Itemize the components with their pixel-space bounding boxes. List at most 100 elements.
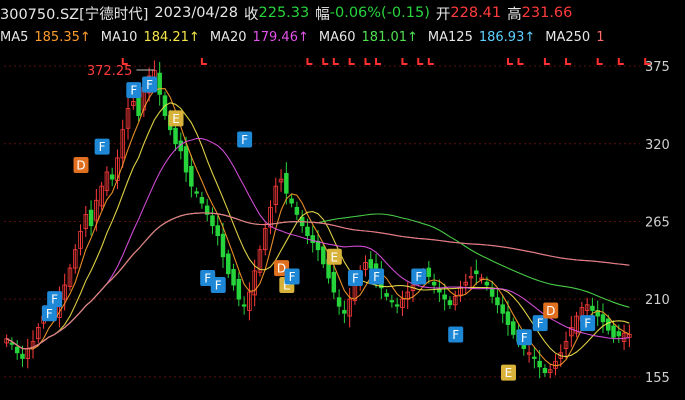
candle-body xyxy=(590,305,595,311)
signal-marker-label: D xyxy=(546,304,555,318)
signal-marker-label: F xyxy=(352,271,359,285)
signal-marker[interactable]: F xyxy=(347,269,363,286)
candle-body xyxy=(210,215,215,227)
signal-marker[interactable]: F xyxy=(126,82,142,99)
close-label: 收 xyxy=(244,6,259,23)
candle-body xyxy=(537,360,542,368)
signal-marker-label: F xyxy=(452,328,459,342)
signal-tick xyxy=(617,58,624,65)
candle-body xyxy=(14,346,20,354)
change-value: -0.06%(-0.15) xyxy=(329,5,430,21)
candle-body xyxy=(542,367,548,373)
signal-tick xyxy=(417,58,424,65)
signal-marker[interactable]: F xyxy=(369,268,385,285)
signal-marker[interactable]: F xyxy=(516,329,532,346)
peak-label: 372.25 xyxy=(87,64,133,79)
y-tick-label: 265 xyxy=(645,215,670,230)
signal-marker[interactable]: D xyxy=(543,302,559,319)
signal-marker-label: E xyxy=(172,112,180,126)
ma60-value: 181.01↑ xyxy=(361,29,418,45)
signal-marker[interactable]: E xyxy=(326,248,342,265)
signal-marker-label: E xyxy=(505,366,513,380)
ma10-label: MA10 xyxy=(100,29,138,45)
signal-marker[interactable]: D xyxy=(73,156,89,173)
candle-body xyxy=(289,198,294,204)
quote-date: 2023/04/28 xyxy=(154,5,238,21)
signal-tick xyxy=(506,58,513,65)
candle-body xyxy=(226,253,231,275)
signal-marker-label: F xyxy=(99,140,106,154)
candle-body xyxy=(88,209,94,227)
y-tick-label: 155 xyxy=(645,371,670,386)
candle-body xyxy=(532,356,537,359)
candle-body xyxy=(220,233,226,258)
candle-body xyxy=(394,304,400,307)
signal-marker[interactable]: F xyxy=(284,268,300,285)
signal-marker-label: F xyxy=(130,84,137,98)
quote-header: 300750.SZ[宁德时代] 2023/04/28 收 225.33 幅 -0… xyxy=(0,0,578,26)
signal-tick xyxy=(332,58,339,65)
candle-body xyxy=(294,206,300,215)
candle-body xyxy=(109,174,115,180)
ma20-value: 179.46↑ xyxy=(252,29,309,45)
y-tick-label: 210 xyxy=(645,293,670,308)
signal-marker[interactable]: F xyxy=(237,131,253,148)
candle-body xyxy=(136,96,141,116)
candle-body xyxy=(505,311,511,325)
signal-marker[interactable]: F xyxy=(47,291,63,308)
candle-body xyxy=(157,72,162,95)
signal-marker-label: F xyxy=(215,279,222,293)
candle-body xyxy=(231,269,236,286)
signal-marker[interactable]: F xyxy=(142,76,158,93)
candle-body xyxy=(600,314,606,323)
candle-body xyxy=(389,300,395,303)
ma20-label: MA20 xyxy=(209,29,247,45)
signal-tick xyxy=(322,58,329,65)
high-value: 231.66 xyxy=(521,5,573,21)
signal-marker-label: F xyxy=(204,271,211,285)
ma60-label: MA60 xyxy=(318,29,356,45)
signal-marker[interactable]: E xyxy=(168,110,184,127)
signal-marker-label: F xyxy=(51,293,58,307)
candle-body xyxy=(606,318,611,331)
signal-tick xyxy=(565,58,572,65)
signal-marker-label: D xyxy=(76,158,85,172)
signal-marker[interactable]: F xyxy=(41,305,57,322)
candle-body xyxy=(336,297,342,307)
candle-body xyxy=(611,325,616,338)
candle-body xyxy=(236,278,242,300)
candlestick-chart[interactable]: 375320265210155372.25FFDFF FEFFFDEFEF F FFE… xyxy=(0,48,685,400)
signal-marker[interactable]: F xyxy=(94,138,110,155)
signal-marker-label: F xyxy=(415,270,422,284)
ma10-value: 184.21↑ xyxy=(143,29,200,45)
candle-body xyxy=(183,146,189,173)
signal-tick xyxy=(364,58,371,65)
signal-marker[interactable]: F xyxy=(210,277,226,294)
signal-tick xyxy=(401,58,408,65)
ma125-label: MA125 xyxy=(427,29,473,45)
stock-symbol[interactable]: 300750.SZ[宁德时代] xyxy=(0,3,148,24)
candle-body xyxy=(431,281,437,286)
ma125-value: 186.93↑ xyxy=(478,29,536,45)
signal-marker[interactable]: F xyxy=(448,326,464,343)
candle-body xyxy=(20,353,25,359)
signal-marker-label: F xyxy=(46,307,53,321)
candle-body xyxy=(173,127,178,145)
candle-body xyxy=(447,300,453,306)
close-value: 225.33 xyxy=(258,5,310,21)
candle-body xyxy=(284,173,289,194)
open-value: 228.41 xyxy=(450,5,502,21)
signal-marker-label: F xyxy=(584,317,591,331)
signal-tick xyxy=(543,58,550,65)
signal-marker[interactable]: F xyxy=(411,268,427,285)
signal-tick xyxy=(348,58,355,65)
signal-marker[interactable]: F xyxy=(580,315,596,332)
signal-marker[interactable]: E xyxy=(500,364,516,381)
candle-body xyxy=(9,342,15,345)
signal-tick xyxy=(200,58,207,65)
signal-tick xyxy=(427,58,434,65)
signal-tick xyxy=(306,58,313,65)
signal-marker-label: F xyxy=(537,317,544,331)
ma250-value: 1 xyxy=(596,29,605,45)
candle-body xyxy=(310,235,315,244)
